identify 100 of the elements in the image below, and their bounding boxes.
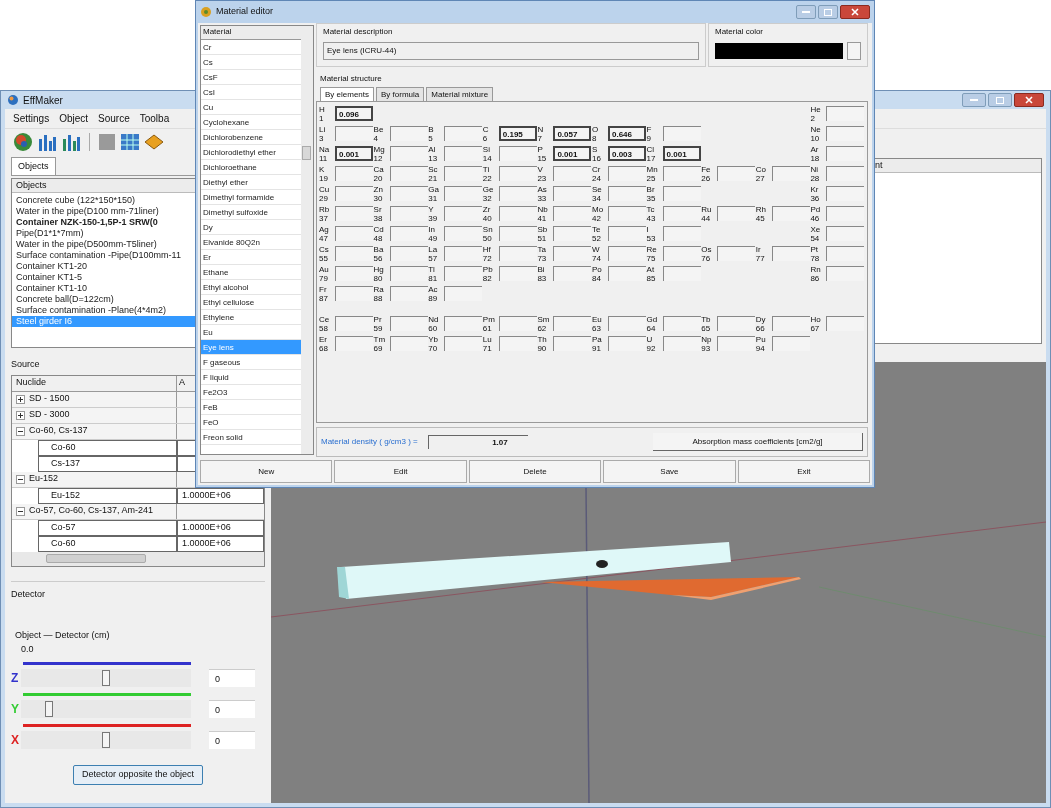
dialog-button[interactable]: Save — [603, 460, 736, 483]
fraction-field[interactable] — [826, 316, 865, 331]
fraction-field[interactable] — [389, 206, 428, 221]
fraction-field[interactable] — [717, 206, 756, 221]
diamond-icon[interactable] — [144, 132, 164, 151]
tree-node[interactable]: SD - 3000 — [29, 408, 70, 422]
menu-item[interactable]: Source — [98, 111, 130, 126]
fraction-field[interactable] — [553, 206, 592, 221]
fraction-field[interactable]: 0.001 — [662, 146, 701, 161]
fraction-field[interactable] — [826, 226, 865, 241]
fraction-field[interactable] — [389, 246, 428, 261]
close-button[interactable] — [1014, 93, 1044, 107]
fraction-field[interactable] — [498, 146, 537, 161]
fraction-field[interactable] — [826, 126, 865, 141]
maximize-button[interactable] — [988, 93, 1012, 107]
menu-item[interactable]: Settings — [13, 111, 50, 126]
fraction-field[interactable] — [553, 336, 592, 351]
fraction-field[interactable] — [717, 316, 756, 331]
fraction-field[interactable] — [335, 186, 373, 201]
fraction-field[interactable] — [771, 166, 810, 181]
fraction-field[interactable] — [498, 186, 537, 201]
fraction-field[interactable] — [662, 246, 701, 261]
dialog-button[interactable]: Delete — [468, 460, 602, 483]
fraction-field[interactable] — [662, 266, 701, 281]
maximize-button[interactable] — [818, 5, 838, 19]
fraction-field[interactable] — [498, 266, 537, 281]
fraction-field[interactable] — [717, 336, 756, 351]
dialog-button[interactable]: Edit — [334, 460, 467, 483]
vertical-scrollbar[interactable] — [301, 26, 313, 454]
fraction-field[interactable] — [335, 166, 373, 181]
fraction-field[interactable] — [826, 106, 865, 121]
fraction-field[interactable] — [717, 246, 756, 261]
fraction-field[interactable] — [498, 166, 537, 181]
menu-item[interactable]: Toolba — [139, 111, 170, 126]
menu-item[interactable]: Object — [59, 111, 89, 126]
collapse-icon[interactable] — [16, 426, 25, 436]
structure-tab[interactable]: By formula — [376, 87, 425, 101]
color-picker-button[interactable] — [847, 42, 861, 60]
fraction-field[interactable] — [662, 336, 701, 351]
density-field[interactable]: 1.07 — [427, 435, 528, 449]
fraction-field[interactable] — [444, 286, 483, 301]
fraction-field[interactable] — [662, 226, 701, 241]
fraction-field[interactable] — [717, 166, 756, 181]
fraction-field[interactable] — [662, 126, 701, 141]
fraction-field[interactable] — [662, 206, 701, 221]
fraction-field[interactable] — [444, 206, 483, 221]
fraction-field[interactable] — [771, 206, 810, 221]
fraction-field[interactable] — [553, 166, 592, 181]
fraction-field[interactable] — [335, 246, 373, 261]
grid-icon[interactable] — [120, 132, 140, 151]
fraction-field[interactable]: 0.003 — [608, 146, 646, 161]
fraction-field[interactable] — [498, 336, 537, 351]
fraction-field[interactable] — [608, 316, 646, 331]
tree-node[interactable]: SD - 1500 — [29, 392, 70, 406]
fraction-field[interactable] — [498, 206, 537, 221]
fraction-field[interactable]: 0.057 — [553, 126, 592, 141]
fraction-field[interactable] — [389, 336, 428, 351]
fraction-field[interactable] — [608, 186, 646, 201]
fraction-field[interactable] — [389, 186, 428, 201]
slider-thumb[interactable] — [102, 732, 110, 748]
fraction-field[interactable] — [553, 266, 592, 281]
fraction-field[interactable] — [608, 266, 646, 281]
fraction-field[interactable] — [498, 316, 537, 331]
detector-button[interactable]: Detector opposite the object — [72, 765, 204, 785]
fraction-field[interactable] — [389, 166, 428, 181]
fraction-field[interactable] — [389, 126, 428, 141]
value-field[interactable]: 0 — [209, 731, 255, 749]
fraction-field[interactable] — [444, 266, 483, 281]
fraction-field[interactable] — [608, 246, 646, 261]
fraction-field[interactable] — [444, 166, 483, 181]
fraction-field[interactable] — [335, 286, 373, 301]
fraction-field[interactable]: 0.646 — [608, 126, 646, 141]
fraction-field[interactable] — [444, 146, 483, 161]
fraction-field[interactable] — [335, 206, 373, 221]
fraction-field[interactable] — [771, 246, 810, 261]
fraction-field[interactable] — [608, 226, 646, 241]
fraction-field[interactable] — [826, 206, 865, 221]
structure-tab[interactable]: By elements — [320, 87, 375, 101]
fraction-field[interactable] — [444, 316, 483, 331]
fraction-field[interactable] — [771, 316, 810, 331]
collapse-icon[interactable] — [16, 506, 25, 516]
fraction-field[interactable] — [553, 226, 592, 241]
minimize-button[interactable] — [962, 93, 986, 107]
fraction-field[interactable] — [771, 336, 810, 351]
value-field[interactable]: 0 — [209, 669, 255, 687]
fraction-field[interactable] — [444, 336, 483, 351]
fraction-field[interactable] — [335, 336, 373, 351]
bar-chart-icon[interactable] — [37, 132, 57, 151]
fraction-field[interactable]: 0.001 — [335, 146, 373, 161]
fraction-field[interactable] — [389, 266, 428, 281]
slider-thumb[interactable] — [45, 701, 54, 717]
tree-node[interactable]: Co-60, Cs-137 — [29, 424, 88, 438]
fraction-field[interactable] — [444, 126, 483, 141]
collapse-icon[interactable] — [16, 474, 25, 484]
fraction-field[interactable] — [826, 246, 865, 261]
fraction-field[interactable] — [389, 146, 428, 161]
fraction-field[interactable] — [553, 246, 592, 261]
tree-node[interactable]: Eu-152 — [29, 472, 59, 486]
close-button[interactable] — [840, 5, 870, 19]
dialog-button[interactable]: New — [200, 460, 333, 483]
